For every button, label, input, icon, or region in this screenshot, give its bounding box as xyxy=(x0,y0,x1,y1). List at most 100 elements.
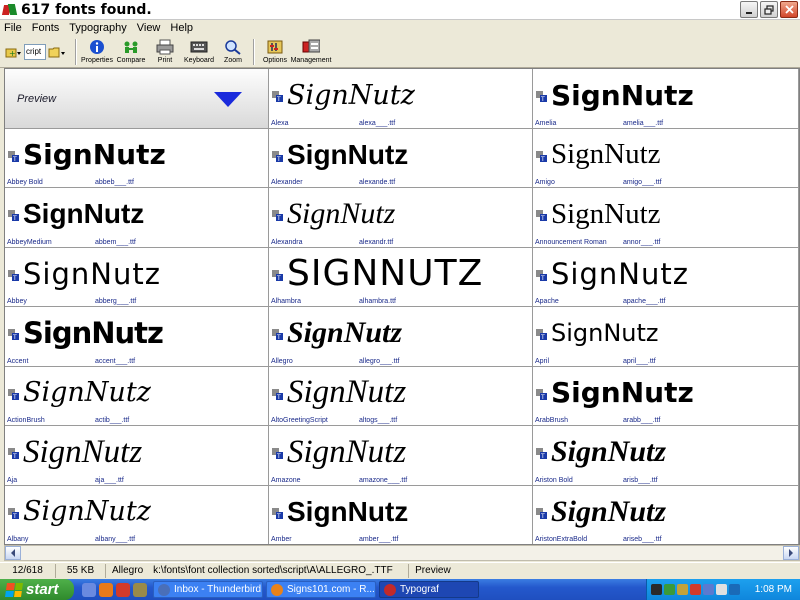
font-file: ariseb___.ttf xyxy=(623,536,662,543)
truetype-icon: T xyxy=(536,269,547,281)
font-sample: SignNutz xyxy=(287,433,407,470)
window-controls xyxy=(740,1,798,18)
font-cell[interactable]: T SignNutz Aja aja___.ttf xyxy=(5,426,269,486)
svg-text:+: + xyxy=(9,49,16,58)
print-button[interactable]: Print xyxy=(148,37,182,67)
font-sample: SignNutz xyxy=(23,496,151,527)
font-cell[interactable]: T SignNutz Apache apache___.ttf xyxy=(533,247,799,307)
zoom-button[interactable]: Zoom xyxy=(216,37,250,67)
font-cell[interactable]: T SIGNNUTZ Alhambra alhambra.ttf xyxy=(269,247,533,307)
menu-file[interactable]: File xyxy=(4,22,22,34)
tray-icon[interactable] xyxy=(703,584,714,595)
firefox-icon[interactable] xyxy=(99,582,113,597)
options-label: Options xyxy=(262,56,288,64)
arrow-right-icon xyxy=(789,549,793,557)
print-label: Print xyxy=(157,56,173,64)
tray-icon[interactable] xyxy=(664,584,675,595)
menu-fonts[interactable]: Fonts xyxy=(32,22,60,34)
font-cell[interactable]: T SignNutz Accent accent___.ttf xyxy=(5,307,269,367)
font-cell[interactable]: T SignNutz Amber amber___.ttf xyxy=(269,485,533,544)
font-cell[interactable]: T SignNutz AltoGreetingScript altogs___.ttf xyxy=(269,366,533,426)
status-path: k:\fonts\font collection sorted\script\A… xyxy=(147,563,410,578)
truetype-icon: T xyxy=(8,448,19,459)
preview-label: Preview xyxy=(17,93,57,105)
font-cell[interactable]: T SignNutz AbbeyMedium abbem___.ttf xyxy=(5,188,269,248)
open-folder-button[interactable] xyxy=(48,43,66,61)
show-desktop-icon[interactable] xyxy=(82,582,96,597)
svg-text:T: T xyxy=(276,513,281,519)
font-cell[interactable]: T SignNutz April april___.ttf xyxy=(533,307,799,367)
horizontal-scrollbar[interactable] xyxy=(4,545,800,561)
arrow-left-icon xyxy=(11,549,15,557)
task-typograf[interactable]: Typograf xyxy=(379,581,479,598)
font-cell[interactable]: T SignNutz Announcement Roman annor___.ttf xyxy=(533,188,799,248)
add-folder-button[interactable]: + xyxy=(4,43,22,61)
start-button[interactable]: start xyxy=(0,579,74,600)
font-file: actib___.ttf xyxy=(95,417,130,424)
font-file: abberg___.ttf xyxy=(95,298,137,305)
truetype-icon: T xyxy=(536,507,547,519)
font-name: Amber xyxy=(271,536,292,543)
restore-button[interactable] xyxy=(760,1,778,18)
category-combo[interactable]: cript xyxy=(24,43,46,60)
font-cell[interactable]: T SignNutz ArabBrush arabb___.ttf xyxy=(533,366,799,426)
font-cell[interactable]: T SignNutz Albany albany___.ttf xyxy=(5,485,269,544)
opera-icon[interactable] xyxy=(116,582,130,597)
font-cell[interactable]: T SignNutz AristonExtraBold ariseb___.ttf xyxy=(533,485,799,544)
font-cell[interactable]: T SignNutz Amazone amazone___.ttf xyxy=(269,426,533,486)
tray-icon[interactable] xyxy=(677,584,688,595)
app-quick-icon[interactable] xyxy=(133,582,147,597)
truetype-icon: T xyxy=(536,91,547,102)
font-name: Alexander xyxy=(271,179,303,186)
compare-button[interactable]: Compare xyxy=(114,37,148,67)
toolbar-filter-group: + cript xyxy=(4,43,66,61)
svg-text:T: T xyxy=(12,156,17,162)
menu-help[interactable]: Help xyxy=(170,22,193,34)
close-button[interactable] xyxy=(780,1,798,18)
truetype-icon: T xyxy=(536,150,547,162)
dropdown-arrow-icon[interactable] xyxy=(214,92,242,107)
toolbar-separator xyxy=(75,38,77,65)
font-sample: SignNutz xyxy=(551,138,661,170)
properties-button[interactable]: Properties xyxy=(80,37,114,67)
font-sample: SignNutz xyxy=(287,316,403,349)
scroll-left-button[interactable] xyxy=(5,546,21,560)
task-thunderbird[interactable]: Inbox - Thunderbird xyxy=(153,581,263,598)
font-cell[interactable]: T SignNutz Amelia amelia___.ttf xyxy=(533,69,799,129)
font-cell[interactable]: T SignNutz Alexa alexa___.ttf xyxy=(269,69,533,129)
font-name: Accent xyxy=(7,357,29,365)
font-name: Apache xyxy=(535,298,559,305)
font-cell[interactable]: T SignNutz Amigo amigo___.ttf xyxy=(533,128,799,188)
options-icon xyxy=(266,38,284,56)
font-cell[interactable]: T SignNutz Abbey abberg___.ttf xyxy=(5,247,269,307)
svg-text:T: T xyxy=(540,156,545,162)
keyboard-icon xyxy=(190,38,208,56)
font-file: amber___.ttf xyxy=(359,536,399,543)
task-signs101[interactable]: Signs101.com - R... xyxy=(266,581,376,598)
management-button[interactable]: Management xyxy=(291,37,331,67)
volume-icon[interactable] xyxy=(716,584,727,595)
menu-typography[interactable]: Typography xyxy=(69,22,126,34)
font-cell[interactable]: T SignNutz Alexandra alexandr.ttf xyxy=(269,188,533,248)
font-sample: SignNutz xyxy=(23,198,145,229)
menu-view[interactable]: View xyxy=(137,22,161,34)
keyboard-button[interactable]: Keyboard xyxy=(182,37,216,67)
network-icon[interactable] xyxy=(729,584,740,595)
font-cell[interactable]: T SignNutz Alexander alexande.ttf xyxy=(269,128,533,188)
tray-icon[interactable] xyxy=(651,584,662,595)
truetype-icon: T xyxy=(8,150,19,162)
font-grid-area: Preview T SignNutz Alexa alexa___.ttf T SignN… xyxy=(4,68,800,545)
options-button[interactable]: Options xyxy=(258,37,292,67)
font-cell[interactable]: T SignNutz ActionBrush actib___.ttf xyxy=(5,366,269,426)
preview-selector[interactable]: Preview xyxy=(5,69,269,129)
font-cell[interactable]: T SignNutz Abbey Bold abbeb___.ttf xyxy=(5,128,269,188)
restore-icon xyxy=(764,4,774,15)
minimize-button[interactable] xyxy=(740,1,758,18)
font-sample: SignNutz xyxy=(551,376,694,409)
font-cell[interactable]: T SignNutz Allegro allegro___.ttf xyxy=(269,307,533,367)
font-file: arisb___.ttf xyxy=(623,476,658,484)
svg-text:T: T xyxy=(540,394,545,400)
scroll-right-button[interactable] xyxy=(783,546,799,560)
font-cell[interactable]: T SignNutz Ariston Bold arisb___.ttf xyxy=(533,426,799,486)
tray-icon[interactable] xyxy=(690,584,701,595)
